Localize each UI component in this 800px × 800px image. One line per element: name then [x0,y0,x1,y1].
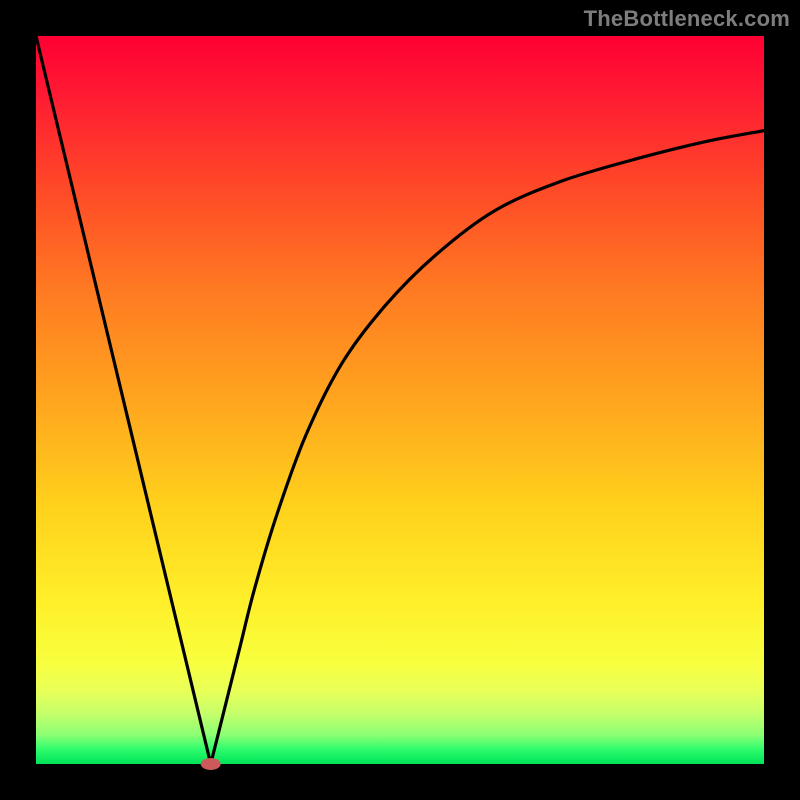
bottleneck-curve [36,36,764,764]
plot-area [36,36,764,764]
watermark-text: TheBottleneck.com [584,6,790,32]
chart-svg [36,36,764,764]
minimum-marker [201,758,221,770]
